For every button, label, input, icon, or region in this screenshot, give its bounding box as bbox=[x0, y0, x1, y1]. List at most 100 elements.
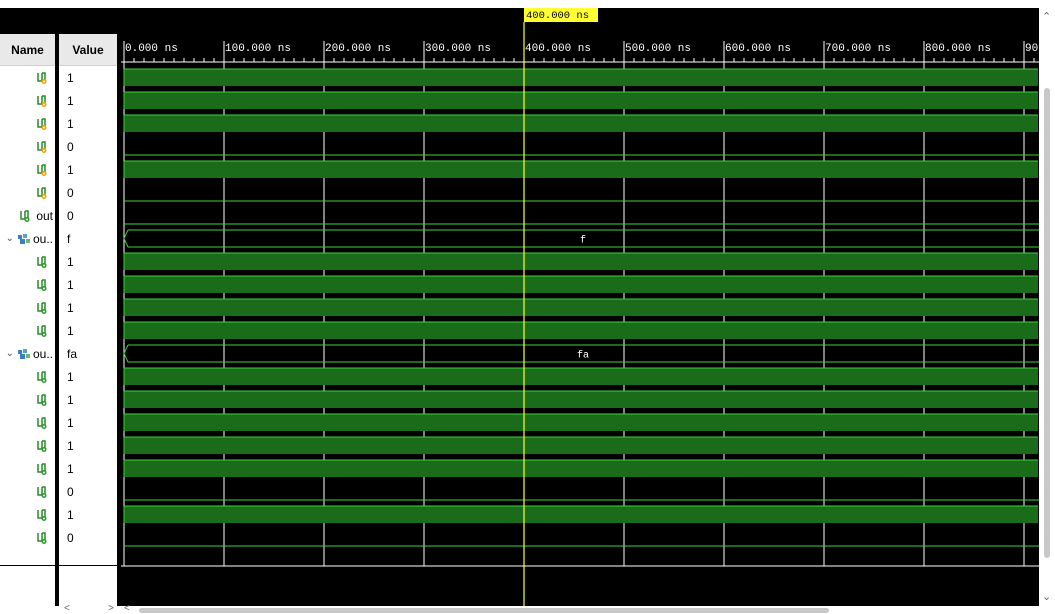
input-signal-icon bbox=[36, 163, 49, 177]
input-signal-icon bbox=[36, 140, 49, 154]
input-signal-icon bbox=[36, 71, 49, 85]
signal-value: 1 bbox=[67, 369, 74, 384]
horizontal-scroll-thumb[interactable] bbox=[139, 608, 829, 613]
signal-name: out bbox=[36, 208, 53, 223]
time-tick-label: 800.000 ns bbox=[925, 43, 991, 55]
output-signal-icon bbox=[36, 324, 49, 338]
time-tick-label: 600.000 ns bbox=[725, 43, 791, 55]
time-tick-label: 400.000 ns bbox=[525, 43, 591, 55]
scroll-up-icon[interactable]: ⌃ bbox=[1042, 10, 1051, 23]
signal-value: 1 bbox=[67, 438, 74, 453]
wave-high-fill bbox=[124, 414, 1038, 431]
wave-high-fill bbox=[124, 460, 1038, 477]
output-signal-icon bbox=[36, 439, 49, 453]
signal-value: 1 bbox=[67, 300, 74, 315]
output-signal-icon bbox=[36, 370, 49, 384]
signal-name-row[interactable] bbox=[0, 89, 55, 112]
waveform-svg: 0.000 ns 100.000 ns 200.000 ns 300.000 ns 40… bbox=[121, 8, 1039, 606]
signal-value: 1 bbox=[67, 323, 74, 338]
signal-value: 1 bbox=[67, 93, 74, 108]
signal-value: 1 bbox=[67, 461, 74, 476]
value-column-footer bbox=[59, 565, 117, 606]
signal-value: 1 bbox=[67, 116, 74, 131]
signal-name-row[interactable] bbox=[0, 273, 55, 296]
signal-name-row[interactable] bbox=[0, 503, 55, 526]
name-column-footer bbox=[0, 565, 55, 606]
name-column-header[interactable]: Name bbox=[0, 34, 55, 66]
signal-name-row[interactable] bbox=[0, 457, 55, 480]
vertical-scroll-thumb[interactable] bbox=[1044, 88, 1050, 558]
signal-name-row[interactable] bbox=[0, 526, 55, 549]
signal-value: 1 bbox=[67, 507, 74, 522]
scroll-left-icon[interactable]: < bbox=[64, 603, 70, 614]
output-signal-icon bbox=[36, 462, 49, 476]
signal-name-row[interactable] bbox=[0, 250, 55, 273]
signal-value: 0 bbox=[67, 139, 74, 154]
signal-value: 0 bbox=[67, 208, 74, 223]
signal-value: 1 bbox=[67, 415, 74, 430]
signal-name: ou.. bbox=[32, 231, 53, 246]
signal-name-row[interactable] bbox=[0, 158, 55, 181]
signal-name-row[interactable] bbox=[0, 181, 55, 204]
waveform-canvas[interactable]: 0.000 ns 100.000 ns 200.000 ns 300.000 ns 40… bbox=[121, 8, 1039, 606]
signal-name-row[interactable] bbox=[0, 411, 55, 434]
wave-high-fill bbox=[124, 322, 1038, 339]
signal-value: 0 bbox=[67, 484, 74, 499]
signal-value: f bbox=[67, 231, 71, 246]
signal-name-row[interactable] bbox=[0, 388, 55, 411]
output-signal-icon bbox=[36, 508, 49, 522]
signal-value: 1 bbox=[67, 277, 74, 292]
time-tick-label: 0.000 ns bbox=[125, 43, 178, 55]
signal-value: 1 bbox=[67, 254, 74, 269]
wave-high-fill bbox=[124, 437, 1038, 454]
signal-name-row[interactable]: out bbox=[0, 204, 55, 227]
wave-high-fill bbox=[124, 276, 1038, 293]
wave-high-fill bbox=[124, 299, 1038, 316]
wave-high-fill bbox=[124, 115, 1038, 132]
wave-scroll-left-icon[interactable]: < bbox=[124, 603, 130, 614]
name-column: Name out ⌄ ou.. ⌄ ou.. bbox=[0, 8, 55, 606]
wave-high-fill bbox=[124, 253, 1038, 270]
time-tick-label: 200.000 ns bbox=[325, 43, 391, 55]
signal-name-row[interactable] bbox=[0, 365, 55, 388]
signal-name-row[interactable]: ⌄ ou.. bbox=[0, 227, 55, 250]
output-signal-icon bbox=[36, 531, 49, 545]
input-signal-icon bbox=[36, 186, 49, 200]
wave-high-fill bbox=[124, 69, 1038, 86]
signal-value: 0 bbox=[67, 185, 74, 200]
signal-value: 1 bbox=[67, 162, 74, 177]
signal-value: fa bbox=[67, 346, 78, 361]
chevron-down-icon[interactable]: ⌄ bbox=[6, 233, 14, 244]
output-signal-icon bbox=[36, 393, 49, 407]
bus-value-label: f bbox=[580, 235, 586, 247]
horizontal-scrollbar[interactable] bbox=[121, 606, 1039, 614]
input-signal-icon bbox=[36, 94, 49, 108]
output-signal-icon bbox=[36, 416, 49, 430]
bus-group-icon bbox=[17, 348, 31, 360]
signal-name-row[interactable] bbox=[0, 434, 55, 457]
cursor-time-label: 400.000 ns bbox=[526, 10, 589, 22]
signal-name-row[interactable] bbox=[0, 296, 55, 319]
value-column-header[interactable]: Value bbox=[59, 34, 117, 66]
name-column-spacer bbox=[0, 8, 55, 34]
time-tick-label: 300.000 ns bbox=[425, 43, 491, 55]
signal-name-row[interactable] bbox=[0, 135, 55, 158]
wave-high-fill bbox=[124, 391, 1038, 408]
scroll-down-icon[interactable]: ⌄ bbox=[1042, 590, 1051, 603]
output-signal-icon bbox=[19, 209, 32, 223]
signal-value: 1 bbox=[67, 392, 74, 407]
output-signal-icon bbox=[36, 301, 49, 315]
signal-name-row[interactable]: ⌄ ou.. bbox=[0, 342, 55, 365]
chevron-down-icon[interactable]: ⌄ bbox=[6, 348, 14, 359]
signal-name-row[interactable] bbox=[0, 480, 55, 503]
time-tick-label: 90 bbox=[1025, 43, 1038, 55]
wave-high-fill bbox=[124, 368, 1038, 385]
signal-name-row[interactable] bbox=[0, 319, 55, 342]
value-column-spacer bbox=[59, 8, 117, 34]
bus-value-label: fa bbox=[577, 350, 589, 362]
signal-name-row[interactable] bbox=[0, 66, 55, 89]
scroll-right-icon[interactable]: > bbox=[108, 603, 114, 614]
signal-name-row[interactable] bbox=[0, 112, 55, 135]
vertical-scrollbar[interactable]: ⌃ ⌄ bbox=[1039, 8, 1055, 606]
output-signal-icon bbox=[36, 485, 49, 499]
